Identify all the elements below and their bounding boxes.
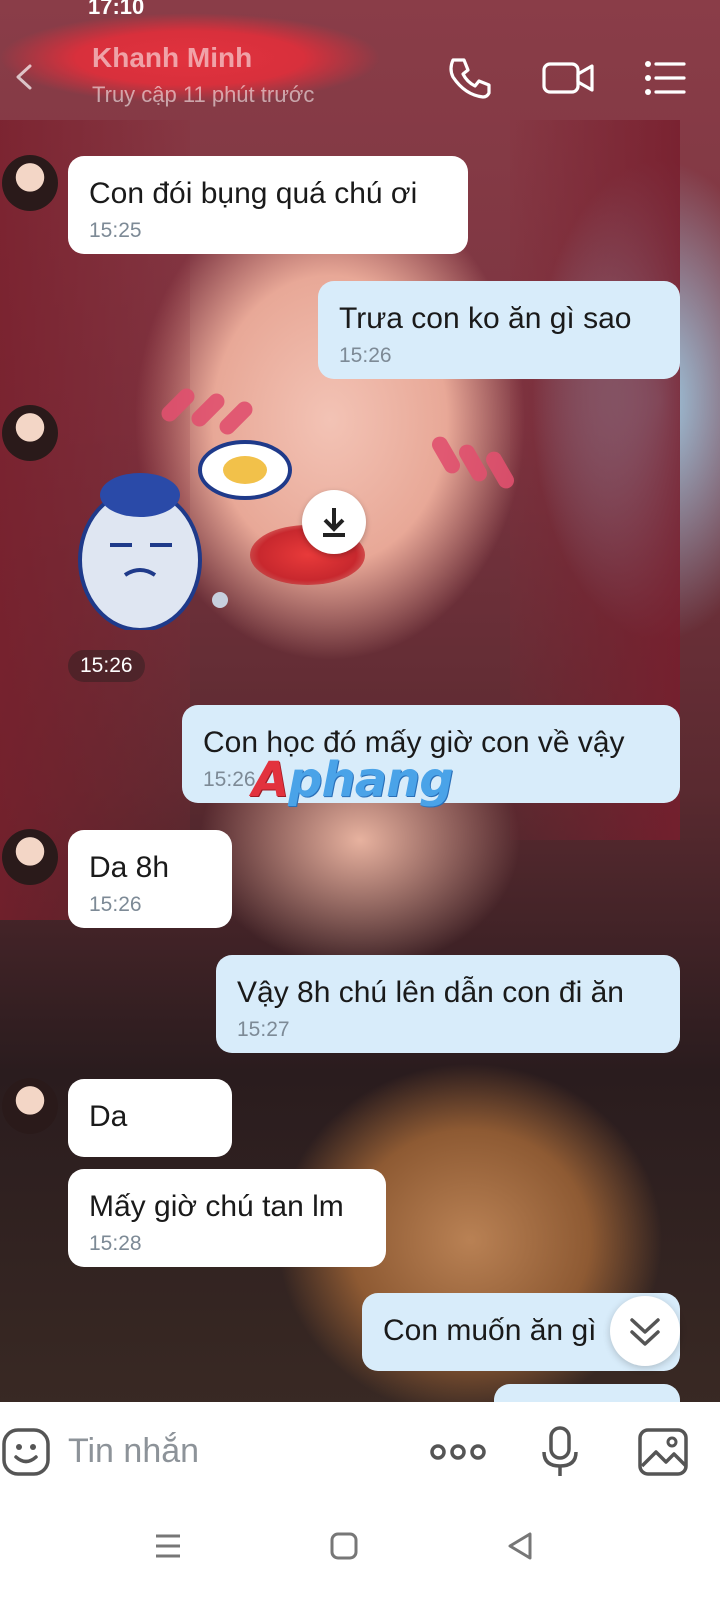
chat-header: Khanh Minh Truy cập 11 phút trước <box>0 22 720 122</box>
message-bubble[interactable]: Da 8h 15:26 <box>68 830 232 928</box>
message-text: Con đói bụng quá chú ơi <box>89 177 418 210</box>
message-time: 15:28 <box>89 1232 142 1255</box>
image-icon[interactable] <box>636 1424 692 1480</box>
system-nav-bar <box>0 1504 720 1600</box>
download-icon[interactable] <box>302 490 366 554</box>
avatar[interactable] <box>2 405 58 461</box>
microphone-icon[interactable] <box>532 1424 588 1480</box>
watermark-logo: Aphang <box>252 752 454 808</box>
message-text: Mấy giờ chú tan lm <box>89 1190 344 1223</box>
message-text: Trưa con ko ăn gì sao <box>339 302 632 335</box>
more-icon[interactable] <box>428 1424 488 1480</box>
video-call-icon[interactable] <box>540 52 596 104</box>
back-icon[interactable] <box>10 62 40 92</box>
scroll-down-icon[interactable] <box>610 1296 680 1366</box>
sticker-message[interactable] <box>70 440 300 632</box>
emoji-icon[interactable] <box>0 1424 56 1480</box>
message-text: Da 8h <box>89 851 170 884</box>
contact-name[interactable]: Khanh Minh <box>92 42 252 74</box>
message-bubble[interactable]: Mấy giờ chú tan lm 15:28 <box>68 1169 386 1267</box>
message-bubble[interactable]: Trưa con ko ăn gì sao 15:26 <box>318 281 680 379</box>
status-time: 17:10 <box>88 0 145 19</box>
message-time: 15:27 <box>237 1018 290 1041</box>
message-input-bar: Tin nhắn <box>0 1402 720 1504</box>
message-bubble[interactable]: Da <box>68 1079 232 1157</box>
status-bar: 17:10 <box>0 0 720 22</box>
recent-apps-icon[interactable] <box>148 1526 188 1566</box>
avatar[interactable] <box>2 829 58 885</box>
contact-status: Truy cập 11 phút trước <box>92 82 315 107</box>
message-bubble[interactable]: Vậy 8h chú lên dẫn con đi ăn 15:27 <box>216 955 680 1053</box>
message-time: 15:26 <box>68 650 145 682</box>
back-nav-icon[interactable] <box>500 1526 540 1566</box>
menu-icon[interactable] <box>640 52 692 104</box>
phone-icon[interactable] <box>442 52 494 104</box>
message-time: 15:26 <box>339 344 392 367</box>
message-time: 15:25 <box>89 219 142 242</box>
message-time: 15:26 <box>89 893 142 916</box>
message-text: Da <box>89 1100 128 1133</box>
message-text: Vậy 8h chú lên dẫn con đi ăn <box>237 976 624 1009</box>
home-icon[interactable] <box>324 1526 364 1566</box>
message-input[interactable]: Tin nhắn <box>68 1432 199 1471</box>
avatar[interactable] <box>2 155 58 211</box>
message-bubble-partial[interactable] <box>494 1384 680 1402</box>
message-bubble[interactable]: Con đói bụng quá chú ơi 15:25 <box>68 156 468 254</box>
avatar[interactable] <box>2 1078 58 1134</box>
